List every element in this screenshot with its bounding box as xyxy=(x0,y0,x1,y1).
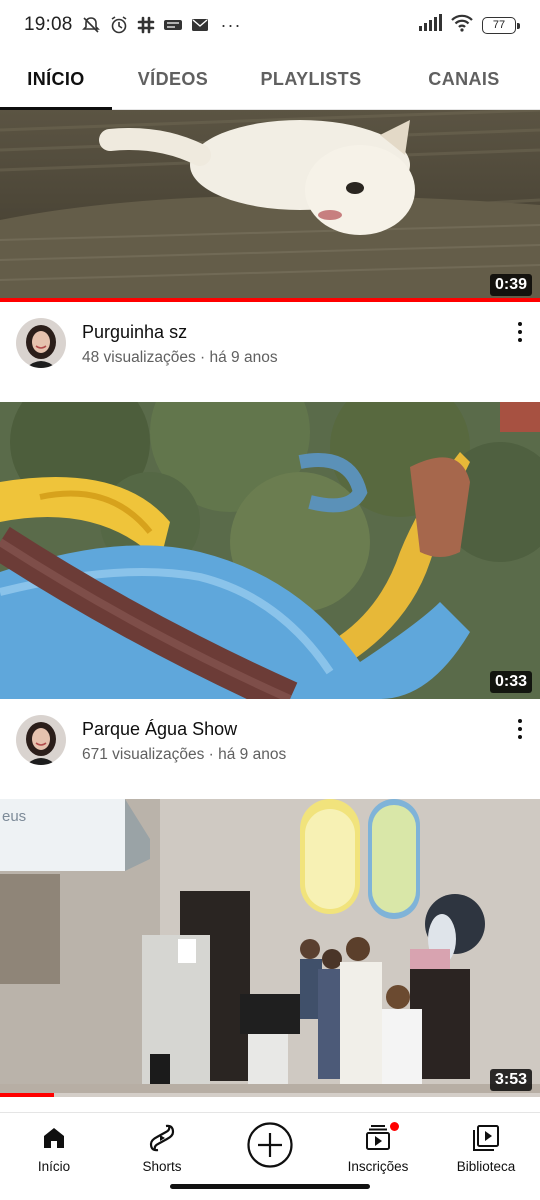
create-plus-icon xyxy=(246,1121,294,1169)
status-bar: 19:08 ··· 77 xyxy=(0,0,540,50)
watch-progress-bar xyxy=(0,1093,54,1097)
wifi-icon xyxy=(450,13,474,38)
tab-playlists[interactable]: PLAYLISTS xyxy=(234,50,388,109)
video-thumbnail[interactable]: 0:33 xyxy=(0,402,540,699)
video-thumbnail[interactable]: eus 3:53 xyxy=(0,799,540,1097)
status-system-icons: 77 xyxy=(418,13,520,38)
status-time: 19:08 xyxy=(24,14,73,35)
video-title[interactable]: Purguinha sz xyxy=(82,321,278,343)
video-subtitle: 671 visualizações · há 9 anos xyxy=(82,746,287,763)
video-subtitle: 48 visualizações · há 9 anos xyxy=(82,349,278,366)
alarm-icon xyxy=(109,15,129,35)
video-meta[interactable]: Parque Água Show 671 visualizações · há … xyxy=(0,699,540,799)
slack-icon xyxy=(137,16,155,34)
signal-icon xyxy=(418,13,442,37)
battery-level: 77 xyxy=(492,19,506,31)
nav-home[interactable]: Início xyxy=(0,1113,108,1200)
status-notification-icons: ··· xyxy=(81,15,242,36)
video-text: Parque Água Show 671 visualizações · há … xyxy=(82,715,286,799)
home-indicator[interactable] xyxy=(170,1184,370,1189)
shorts-icon xyxy=(149,1123,175,1153)
video-feed: 0:39 Purguinha sz 48 visualizações · há … xyxy=(0,110,540,1097)
channel-tabs: INÍCIO VÍDEOS PLAYLISTS CANAIS xyxy=(0,50,540,110)
video-text: Purguinha sz 48 visualizações · há 9 ano… xyxy=(82,318,278,402)
video-duration: 0:39 xyxy=(489,274,532,296)
muted-notification-icon xyxy=(81,15,101,35)
thumbnail-overlay-text: eus xyxy=(2,808,26,825)
watch-progress-track xyxy=(0,1093,540,1097)
gmail-icon xyxy=(191,17,209,33)
video-duration: 3:53 xyxy=(489,1069,532,1091)
tab-canais[interactable]: CANAIS xyxy=(388,50,540,109)
channel-avatar[interactable] xyxy=(16,715,66,765)
more-dots-icon: ··· xyxy=(220,14,242,35)
thumbnail-image-water-park xyxy=(0,402,540,699)
notification-badge xyxy=(390,1122,399,1131)
video-duration: 0:33 xyxy=(489,671,532,693)
thumbnail-image-church-band: eus xyxy=(0,799,540,1097)
channel-avatar[interactable] xyxy=(16,318,66,368)
more-options-icon[interactable] xyxy=(510,717,530,741)
video-meta[interactable]: Purguinha sz 48 visualizações · há 9 ano… xyxy=(0,302,540,402)
nav-label: Biblioteca xyxy=(456,1159,516,1174)
app-icon xyxy=(163,17,183,33)
nav-library[interactable]: Biblioteca xyxy=(432,1113,540,1200)
more-options-icon[interactable] xyxy=(510,320,530,344)
nav-label: Inscrições xyxy=(347,1159,409,1174)
tab-videos[interactable]: VÍDEOS xyxy=(112,50,234,109)
battery-icon: 77 xyxy=(482,16,520,34)
thumbnail-image-kitten xyxy=(0,110,540,302)
library-icon xyxy=(472,1123,500,1153)
subscriptions-icon xyxy=(364,1122,399,1153)
nav-label: Início xyxy=(37,1159,71,1174)
home-icon xyxy=(41,1123,67,1153)
tab-inicio[interactable]: INÍCIO xyxy=(0,50,112,110)
video-thumbnail[interactable]: 0:39 xyxy=(0,110,540,302)
video-title[interactable]: Parque Água Show xyxy=(82,718,286,740)
nav-label: Shorts xyxy=(142,1159,182,1174)
